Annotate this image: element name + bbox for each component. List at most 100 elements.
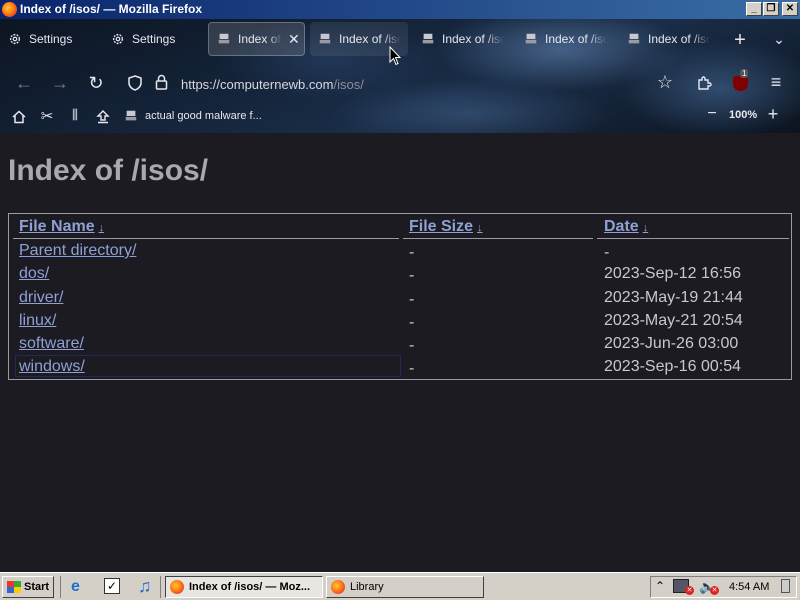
- mouse-cursor-icon: [389, 46, 401, 66]
- firefox-icon: [170, 580, 184, 594]
- bookmark-star-icon[interactable]: ☆: [655, 72, 675, 93]
- forward-arrow-icon[interactable]: →: [50, 73, 70, 94]
- new-tab-plus-icon[interactable]: +: [731, 29, 749, 52]
- home-icon[interactable]: [12, 110, 26, 124]
- network-error-badge-icon: ✕: [685, 586, 694, 595]
- task-library-window[interactable]: Library: [326, 576, 484, 598]
- tab-settings-2[interactable]: Settings: [111, 22, 206, 56]
- sort-arrow-icon: ↓: [477, 222, 483, 234]
- column-header-file-size[interactable]: File Size ↓: [409, 218, 483, 236]
- url-path: /isos/: [333, 77, 364, 92]
- file-date: 2023-Sep-16 00:54: [604, 358, 741, 375]
- downloads-icon[interactable]: [96, 110, 110, 124]
- firefox-icon: [331, 580, 345, 594]
- url-bar[interactable]: https://computernewb.com/isos/: [181, 77, 364, 92]
- taskbar-separator: [160, 576, 161, 598]
- file-size: -: [409, 244, 415, 261]
- server-icon: [319, 33, 331, 44]
- minimize-button[interactable]: _: [746, 2, 762, 16]
- file-name-link[interactable]: windows/: [19, 358, 85, 376]
- tab-label: Index of /isos/: [238, 32, 282, 46]
- window-title: Index of /isos/ — Mozilla Firefox: [20, 2, 203, 16]
- tab-label: Index of /isos/: [339, 32, 401, 46]
- screenshot-scissors-icon[interactable]: ✂: [38, 107, 56, 125]
- file-name-link[interactable]: driver/: [19, 289, 63, 307]
- tab-label: Index of /isos/: [648, 32, 710, 46]
- server-icon: [525, 33, 537, 44]
- back-arrow-icon[interactable]: ←: [14, 73, 34, 94]
- menu-hamburger-icon[interactable]: ≡: [766, 72, 786, 93]
- internet-explorer-icon[interactable]: e: [71, 578, 80, 596]
- sort-arrow-icon: ↓: [642, 222, 649, 234]
- shield-icon[interactable]: [128, 75, 142, 91]
- tab-label: Settings: [29, 32, 73, 46]
- taskbar-separator: [60, 576, 61, 598]
- file-name-link[interactable]: dos/: [19, 265, 49, 283]
- bookmark-item[interactable]: actual good malware f...: [124, 109, 262, 123]
- header-divider: [597, 238, 789, 239]
- directory-listing-table: File Name ↓ File Size ↓ Date ↓ Parent direc…: [8, 213, 792, 380]
- file-date: 2023-May-19 21:44: [604, 289, 743, 306]
- tab-index-isos-3[interactable]: Index of /isos/: [421, 22, 511, 56]
- file-date: 2023-Sep-12 16:56: [604, 265, 741, 282]
- zoom-out-icon[interactable]: −: [704, 105, 720, 123]
- gear-icon: [9, 33, 21, 45]
- server-icon: [628, 33, 640, 44]
- browser-chrome: Settings Settings Index of /isos/ ✕ Inde…: [0, 19, 800, 133]
- file-name-link[interactable]: linux/: [19, 312, 56, 330]
- server-icon: [422, 33, 434, 44]
- show-hidden-icons-icon[interactable]: ⌃: [655, 579, 665, 593]
- music-note-icon[interactable]: ♫: [138, 576, 152, 597]
- file-size: -: [409, 337, 415, 354]
- tab-settings-1[interactable]: Settings: [8, 22, 103, 56]
- file-date: 2023-Jun-26 03:00: [604, 335, 739, 352]
- task-firefox-window[interactable]: Index of /isos/ — Moz...: [165, 576, 323, 598]
- task-label: Index of /isos/ — Moz...: [189, 581, 311, 593]
- reload-icon[interactable]: ↻: [86, 73, 106, 94]
- file-name-link[interactable]: software/: [19, 335, 84, 353]
- windows-logo-icon: [7, 581, 21, 593]
- extensions-puzzle-icon[interactable]: [696, 75, 712, 91]
- restore-button[interactable]: ❐: [763, 2, 779, 16]
- file-size: -: [409, 314, 415, 331]
- file-size: -: [409, 360, 415, 377]
- tab-label: Settings: [132, 32, 176, 46]
- page-title: Index of /isos/: [8, 154, 209, 187]
- file-date: 2023-May-21 20:54: [604, 312, 743, 329]
- url-host: https://computernewb.com: [181, 77, 334, 92]
- window-titlebar[interactable]: Index of /isos/ — Mozilla Firefox _ ❐ ✕: [0, 0, 800, 19]
- header-divider: [403, 238, 593, 239]
- tab-label: Index of /isos/: [442, 32, 504, 46]
- file-name-link[interactable]: Parent directory/: [19, 242, 136, 260]
- close-window-button[interactable]: ✕: [782, 2, 798, 16]
- library-icon[interactable]: ⫼: [66, 107, 84, 123]
- task-label: Library: [350, 581, 384, 593]
- column-header-date[interactable]: Date ↓: [604, 218, 648, 236]
- system-tray: ⌃ ✕ 🔈 ✕ 4:54 AM: [650, 576, 797, 598]
- list-tabs-chevron-down-icon[interactable]: ⌄: [770, 31, 788, 48]
- taskbar: Start e ✓ ♫ Index of /isos/ — Moz... Lib…: [0, 572, 800, 600]
- sort-arrow-icon: ↓: [98, 222, 105, 234]
- start-button[interactable]: Start: [2, 576, 54, 598]
- bookmark-label: actual good malware f...: [145, 110, 262, 122]
- ublock-origin-icon[interactable]: [733, 76, 748, 91]
- firefox-icon: [2, 2, 17, 17]
- tray-power-icon[interactable]: [781, 579, 790, 593]
- clock[interactable]: 4:54 AM: [729, 581, 769, 593]
- gear-icon: [112, 33, 124, 45]
- file-size: -: [409, 267, 415, 284]
- server-icon: [125, 110, 137, 121]
- checklist-icon[interactable]: ✓: [104, 578, 120, 594]
- tab-label: Index of /isos/: [545, 32, 607, 46]
- tab-index-isos-active[interactable]: Index of /isos/ ✕: [208, 22, 305, 56]
- tab-index-isos-5[interactable]: Index of /isos/: [627, 22, 717, 56]
- zoom-level[interactable]: 100%: [729, 109, 757, 121]
- tab-index-isos-4[interactable]: Index of /isos/: [524, 22, 614, 56]
- column-header-file-name[interactable]: File Name ↓: [19, 218, 104, 236]
- lock-icon[interactable]: [155, 74, 168, 90]
- zoom-in-icon[interactable]: +: [765, 104, 781, 125]
- header-divider: [13, 238, 399, 239]
- start-label: Start: [24, 581, 50, 593]
- close-tab-icon[interactable]: ✕: [288, 31, 300, 48]
- muted-badge-icon: ✕: [710, 586, 719, 595]
